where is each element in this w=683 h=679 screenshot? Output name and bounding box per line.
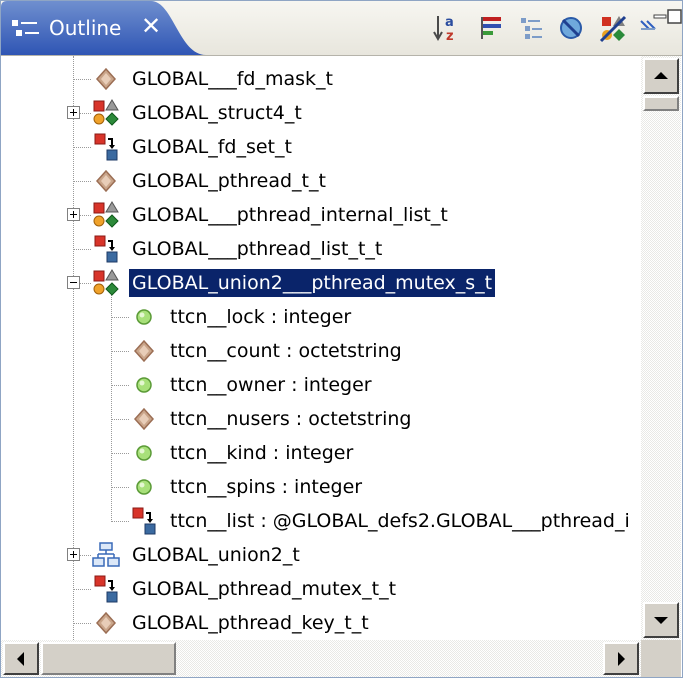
scroll-up-button[interactable] (643, 58, 679, 94)
tree-item-label: ttcn__owner : integer (170, 374, 372, 396)
reference-icon (91, 133, 121, 161)
tree-connector-line (111, 351, 129, 352)
hide-fields-icon[interactable] (475, 11, 507, 45)
tree-connector-line (73, 79, 91, 80)
outline-icon (11, 18, 41, 40)
tree-connector-line (111, 385, 129, 386)
tree-item[interactable]: GLOBAL_pthread_mutex_t_t (1, 572, 641, 606)
tree-connector-line (111, 521, 129, 522)
arrow-down-icon (654, 617, 668, 624)
tree-item[interactable]: ttcn__count : octetstring (1, 334, 641, 368)
hide-nonpublic-icon[interactable] (555, 11, 587, 45)
arrow-left-icon (17, 652, 24, 666)
tree-item-label: GLOBAL_union2___pthread_mutex_s_t (129, 269, 496, 297)
collapse-icon[interactable] (67, 276, 80, 289)
tree-item-label: ttcn__lock : integer (170, 306, 352, 328)
tree-connector-line (73, 249, 91, 250)
tree-item-label: GLOBAL_pthread_t_t (132, 170, 326, 192)
tree-connector-line (73, 589, 91, 590)
svg-text:a: a (445, 15, 454, 30)
outline-view: Outline ✕ a z GLOBAL___fd_mask_t GLOBAL_… (0, 0, 683, 678)
tree-connector-line (111, 487, 129, 488)
tree-item[interactable]: GLOBAL_pthread_t_t (1, 164, 641, 198)
maximize-icon[interactable] (665, 7, 682, 41)
tree-item[interactable]: ttcn__lock : integer (1, 300, 641, 334)
tree-item[interactable]: ttcn__list : @GLOBAL_defs2.GLOBAL___pthr… (1, 504, 641, 538)
tree-item[interactable]: GLOBAL___pthread_list_t_t (1, 232, 641, 266)
reference-icon (91, 575, 121, 603)
tree-item-label: GLOBAL___pthread_internal_list_t (132, 204, 448, 226)
tab-outline-label: Outline (49, 16, 122, 40)
tree-item-label: GLOBAL_struct4_t (132, 102, 302, 124)
vertical-scrollbar[interactable] (641, 56, 681, 640)
tree-item-label: GLOBAL_pthread_mutex_t_t (132, 578, 397, 600)
tree-item[interactable]: ttcn__spins : integer (1, 470, 641, 504)
expand-icon[interactable] (67, 208, 80, 221)
view-header: Outline ✕ a z (1, 1, 682, 56)
diamond-icon (129, 337, 159, 365)
circle-icon (129, 371, 159, 399)
diamond-icon (91, 167, 121, 195)
tree-item[interactable]: GLOBAL_struct4_t (1, 96, 641, 130)
hide-local-types-icon[interactable] (597, 11, 629, 45)
tree-item-label: ttcn__kind : integer (170, 442, 354, 464)
circle-icon (129, 473, 159, 501)
scroll-right-button[interactable] (603, 642, 639, 675)
tree-item[interactable]: GLOBAL_pthread_key_t_t (1, 606, 641, 640)
sort-alphabetically-icon[interactable]: a z (431, 11, 463, 45)
diamond-icon (91, 609, 121, 637)
tree-connector-line (73, 623, 91, 624)
tree-connector-line (111, 419, 129, 420)
tree-connector-line (111, 453, 129, 454)
tree-item[interactable]: GLOBAL___fd_mask_t (1, 62, 641, 96)
scrollbar-corner (641, 640, 681, 677)
tree-item[interactable]: GLOBAL_union2_t (1, 538, 641, 572)
arrow-up-icon (654, 72, 668, 79)
close-icon[interactable]: ✕ (141, 13, 165, 39)
tree-item-label: ttcn__nusers : octetstring (170, 408, 412, 430)
struct-icon (91, 201, 121, 229)
expand-icon[interactable] (67, 106, 80, 119)
diamond-icon (129, 405, 159, 433)
tree-item-label: ttcn__count : octetstring (170, 340, 402, 362)
reference-icon (91, 235, 121, 263)
tree-item-label: ttcn__spins : integer (170, 476, 363, 498)
horizontal-scrollbar[interactable] (1, 640, 641, 677)
svg-text:z: z (446, 29, 454, 43)
tree-item-label: GLOBAL_pthread_key_t_t (132, 612, 369, 634)
vertical-scroll-thumb[interactable] (643, 96, 679, 111)
circle-icon (129, 439, 159, 467)
tree-connector-line (73, 147, 91, 148)
minimize-icon[interactable] (651, 7, 667, 41)
circle-icon (129, 303, 159, 331)
tree-item-label: GLOBAL_union2_t (132, 544, 300, 566)
scroll-left-button[interactable] (3, 642, 39, 675)
tree-item[interactable]: GLOBAL___pthread_internal_list_t (1, 198, 641, 232)
tree-connector-line (73, 181, 91, 182)
outline-tree: GLOBAL___fd_mask_t GLOBAL_struct4_t GLOBAL… (1, 56, 641, 640)
tree-item-label: ttcn__list : @GLOBAL_defs2.GLOBAL___pthr… (170, 510, 630, 532)
tree-connector-line (111, 317, 129, 318)
tree-item-label: GLOBAL___fd_mask_t (132, 68, 333, 90)
tree-item[interactable]: ttcn__owner : integer (1, 368, 641, 402)
arrow-right-icon (618, 652, 625, 666)
expand-icon[interactable] (67, 548, 80, 561)
scroll-down-button[interactable] (643, 602, 679, 638)
struct-icon (91, 269, 121, 297)
union-icon (91, 541, 121, 569)
horizontal-scroll-thumb[interactable] (41, 642, 176, 675)
tab-outline[interactable]: Outline ✕ (1, 1, 211, 55)
tree-item[interactable]: GLOBAL_fd_set_t (1, 130, 641, 164)
tree-item-label: GLOBAL_fd_set_t (132, 136, 292, 158)
reference-icon (129, 507, 159, 535)
tree-item[interactable]: ttcn__kind : integer (1, 436, 641, 470)
tree-item[interactable]: GLOBAL_union2___pthread_mutex_s_t (1, 266, 641, 300)
tree-item-label: GLOBAL___pthread_list_t_t (132, 238, 383, 260)
struct-icon (91, 99, 121, 127)
diamond-icon (91, 65, 121, 93)
tree-item[interactable]: ttcn__nusers : octetstring (1, 402, 641, 436)
hide-static-icon[interactable] (515, 11, 547, 45)
